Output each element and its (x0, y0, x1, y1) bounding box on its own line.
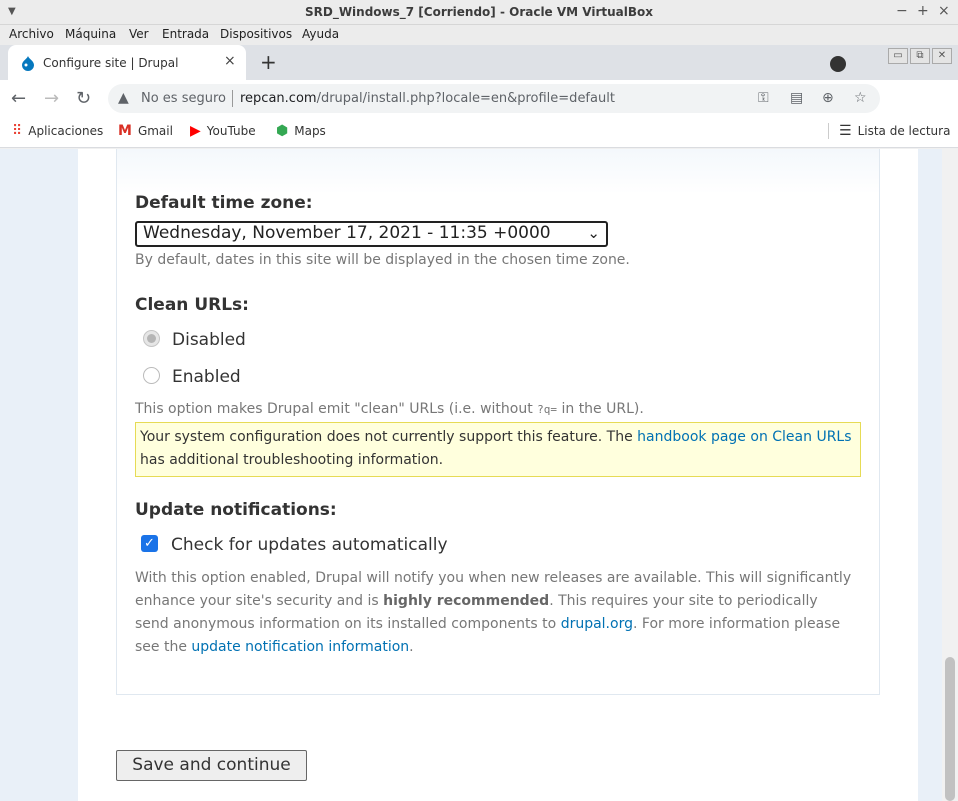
clean-urls-warning: Your system configuration does not curre… (135, 422, 861, 477)
tab-strip: Configure site | Drupal × + (0, 45, 958, 80)
desc-bold: highly recommended (383, 593, 550, 609)
drupal-drop-icon (22, 56, 34, 71)
check-updates-checkbox[interactable]: ✓ (141, 535, 158, 552)
radio-disabled[interactable] (143, 330, 160, 347)
clean-urls-description: This option makes Drupal emit "clean" UR… (135, 398, 644, 421)
page-scrollbar[interactable] (942, 149, 958, 801)
url-text[interactable]: repcan.com/drupal/install.php?locale=en&… (240, 91, 615, 106)
page-viewport: Default time zone: Wednesday, November 1… (0, 149, 958, 801)
reading-list-button[interactable]: ☰ Lista de lectura (828, 123, 950, 139)
bookmark-label: Gmail (137, 124, 173, 138)
translate-icon[interactable]: ▤ (790, 90, 803, 106)
warning-text: has additional troubleshooting informati… (140, 452, 444, 468)
guest-minimize-icon[interactable]: ▭ (888, 48, 908, 64)
tab-title: Configure site | Drupal (43, 56, 179, 70)
guest-window-controls: ▭ ⧉ ✕ (888, 48, 952, 64)
bookmark-gmail[interactable]: M Gmail (118, 123, 173, 139)
window-title: SRD_Windows_7 [Corriendo] - Oracle VM Vi… (304, 5, 654, 19)
browser-toolbar: ← → ↻ ▲ No es seguro repcan.com/drupal/i… (0, 80, 958, 189)
maximize-button[interactable]: + (917, 3, 929, 19)
query-code: ?q= (537, 403, 558, 416)
bookmark-label: Aplicaciones (28, 124, 104, 138)
menu-maquina[interactable]: Máquina (65, 27, 116, 41)
chevron-down-icon: ⌄ (587, 224, 600, 242)
close-window-button[interactable]: × (938, 3, 950, 19)
warning-triangle-icon[interactable]: ▲ (118, 90, 129, 106)
address-bar[interactable]: ▲ No es seguro repcan.com/drupal/install… (108, 84, 880, 113)
insecure-label[interactable]: No es seguro (141, 91, 226, 106)
install-page: Default time zone: Wednesday, November 1… (78, 149, 918, 801)
clean-urls-label: Clean URLs: (135, 295, 249, 315)
vbox-title-bar: ▼ SRD_Windows_7 [Corriendo] - Oracle VM … (0, 0, 958, 25)
guest-restore-icon[interactable]: ⧉ (910, 48, 930, 64)
zoom-icon[interactable]: ⊕ (822, 90, 834, 106)
desc-text: . (409, 639, 414, 655)
bookmark-label: YouTube (206, 124, 256, 138)
timezone-value: Wednesday, November 17, 2021 - 11:35 +00… (143, 223, 551, 243)
timezone-select[interactable]: Wednesday, November 17, 2021 - 11:35 +00… (135, 221, 608, 247)
radio-disabled-label[interactable]: Disabled (172, 330, 246, 350)
key-icon[interactable]: ⚿ (758, 90, 769, 106)
bookmark-star-icon[interactable]: ☆ (854, 90, 867, 106)
bookmark-label: Maps (294, 124, 326, 138)
menu-ayuda[interactable]: Ayuda (302, 27, 339, 41)
maps-pin-icon: ⬢ (276, 123, 289, 139)
timezone-label: Default time zone: (135, 193, 313, 213)
update-notifications-label: Update notifications: (135, 500, 337, 520)
scrollbar-thumb[interactable] (945, 657, 955, 801)
back-arrow-icon[interactable]: ← (11, 88, 26, 109)
menu-archivo[interactable]: Archivo (9, 27, 54, 41)
save-and-continue-button[interactable]: Save and continue (116, 750, 307, 781)
bookmark-apps[interactable]: ⠿ Aplicaciones (12, 123, 103, 139)
bookmark-maps[interactable]: ⬢ Maps (276, 123, 326, 139)
update-info-link[interactable]: update notification information (191, 639, 409, 655)
apps-grid-icon: ⠿ (12, 123, 23, 139)
bookmark-youtube[interactable]: ▶ YouTube (190, 123, 256, 139)
menu-ver[interactable]: Ver (129, 27, 149, 41)
radio-enabled[interactable] (143, 367, 160, 384)
update-description: With this option enabled, Drupal will no… (135, 567, 855, 659)
handbook-link[interactable]: handbook page on Clean URLs (637, 429, 851, 445)
reading-list-icon: ☰ (839, 123, 852, 139)
menu-dispositivos[interactable]: Dispositivos (220, 27, 292, 41)
menu-entrada[interactable]: Entrada (162, 27, 209, 41)
desc-text: in the URL). (557, 401, 644, 417)
omnibox-divider (232, 90, 233, 107)
guest-close-icon[interactable]: ✕ (932, 48, 952, 64)
desc-text: This option makes Drupal emit "clean" UR… (135, 401, 538, 417)
bookmarks-bar: ⠿ Aplicaciones M Gmail ▶ YouTube ⬢ Maps … (0, 117, 958, 148)
drupal-org-link[interactable]: drupal.org (561, 616, 633, 632)
tab-configure-site[interactable]: Configure site | Drupal × (8, 45, 246, 80)
forward-arrow-icon[interactable]: → (44, 88, 59, 109)
radio-enabled-label[interactable]: Enabled (172, 367, 241, 387)
minimize-button[interactable]: − (896, 3, 908, 19)
url-path: /drupal/install.php?locale=en&profile=de… (316, 91, 615, 106)
reading-list-label: Lista de lectura (857, 124, 951, 138)
check-updates-label[interactable]: Check for updates automatically (171, 535, 448, 555)
youtube-icon: ▶ (190, 123, 201, 139)
tab-search-icon[interactable] (830, 56, 846, 72)
new-tab-button[interactable]: + (260, 50, 277, 74)
reload-icon[interactable]: ↻ (76, 88, 91, 109)
url-host: repcan.com (240, 91, 317, 106)
vbox-menu-bar: Archivo Máquina Ver Entrada Dispositivos… (0, 25, 958, 45)
warning-text: Your system configuration does not curre… (140, 429, 638, 445)
timezone-description: By default, dates in this site will be d… (135, 252, 630, 268)
gmail-icon: M (118, 123, 132, 139)
tab-close-icon[interactable]: × (224, 53, 236, 69)
